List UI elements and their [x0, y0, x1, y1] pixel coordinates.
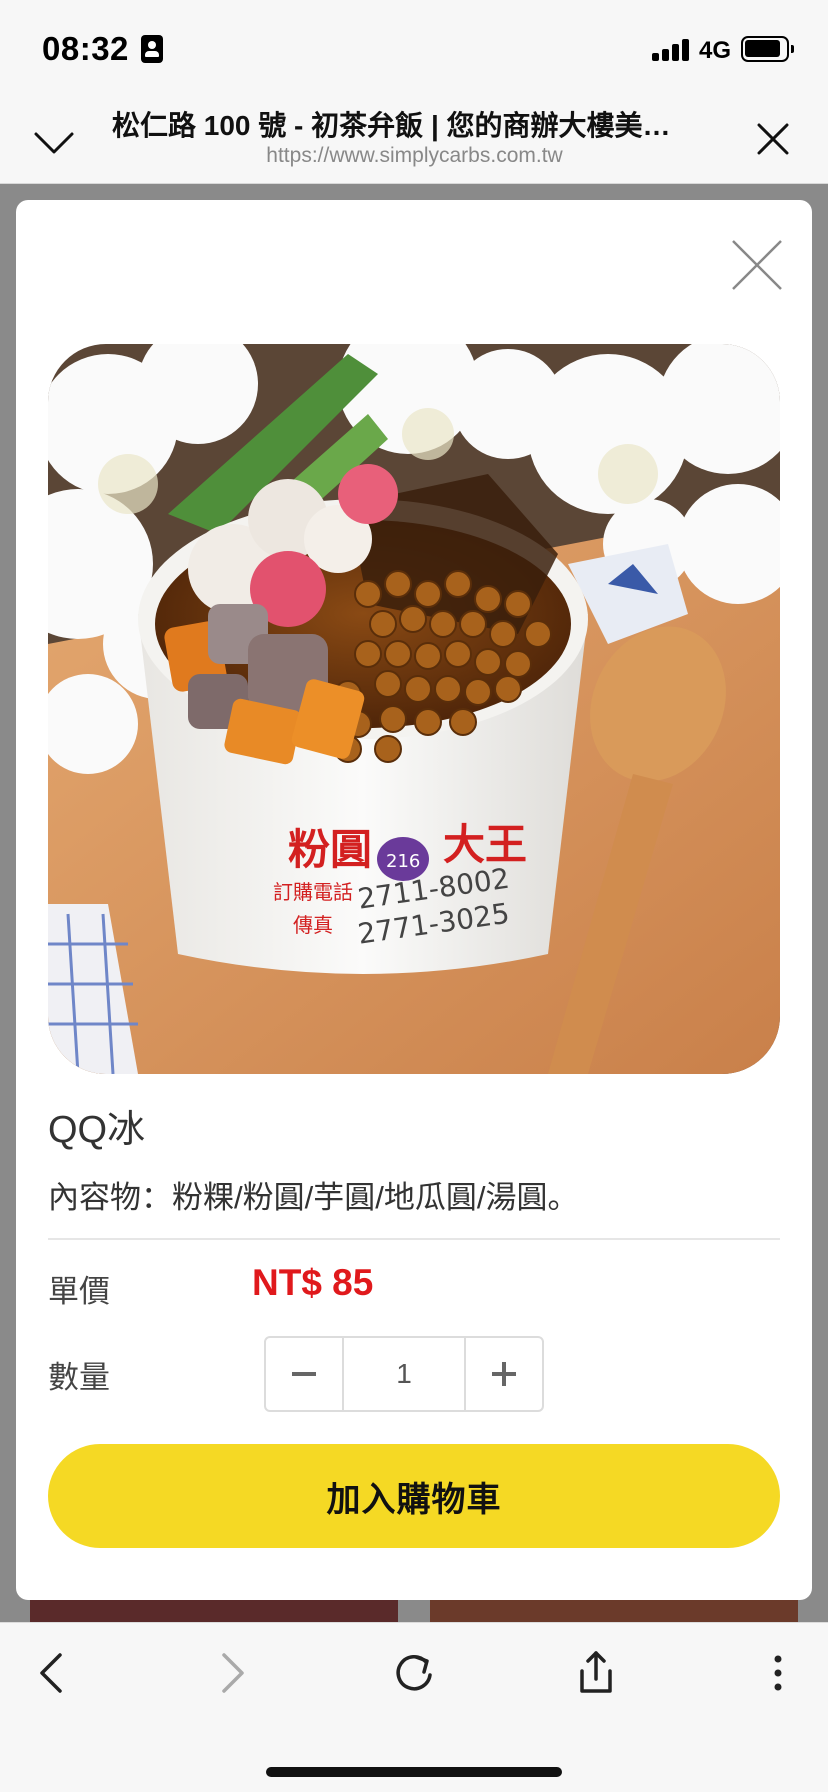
minus-icon — [292, 1372, 316, 1376]
quantity-stepper: 1 — [264, 1336, 544, 1412]
network-type: 4G — [699, 37, 732, 64]
page-title: 松仁路 100 號 - 初茶弁飯 | 您的商辦大樓美… — [112, 110, 671, 141]
cup-brand-right-text: 大王 — [443, 820, 527, 869]
quantity-input[interactable]: 1 — [342, 1338, 466, 1410]
contact-card-icon — [141, 35, 163, 63]
product-image: 粉圓 216 大王 訂購電話 2711-8002 傳真 2771-3025 — [48, 344, 780, 1074]
back-icon[interactable] — [24, 1645, 80, 1701]
browser-toolbar — [0, 1622, 828, 1792]
divider — [48, 1238, 780, 1240]
status-bar: 08:32 4G — [0, 0, 828, 96]
forward-icon[interactable] — [204, 1645, 260, 1701]
increment-button[interactable] — [466, 1338, 542, 1410]
more-icon[interactable] — [750, 1645, 806, 1701]
quantity-label: 數量 — [48, 1360, 110, 1395]
product-name: QQ冰 — [48, 1109, 146, 1151]
home-indicator — [266, 1767, 562, 1777]
cup-fax-label: 傳真 — [293, 913, 333, 937]
reload-icon[interactable] — [386, 1645, 442, 1701]
unit-price-label: 單價 — [48, 1274, 110, 1309]
cup-brand-text: 粉圓 — [288, 825, 372, 874]
product-modal: 粉圓 216 大王 訂購電話 2711-8002 傳真 2771-3025 QQ… — [16, 200, 812, 1600]
modal-close-icon[interactable] — [730, 238, 784, 292]
browser-header: 松仁路 100 號 - 初茶弁飯 | 您的商辦大樓美… https://www.… — [0, 96, 828, 184]
cup-badge-text: 216 — [386, 851, 420, 872]
unit-price-value: NT$ 85 — [252, 1262, 374, 1303]
battery-icon — [741, 36, 794, 62]
page-url: https://www.simplycarbs.com.tw — [266, 144, 563, 167]
close-icon[interactable] — [756, 122, 790, 156]
add-to-cart-button[interactable]: 加入購物車 — [48, 1444, 780, 1548]
chevron-down-icon[interactable] — [32, 120, 76, 164]
status-time: 08:32 — [42, 30, 129, 67]
cup-phone-label: 訂購電話 — [273, 880, 353, 904]
share-icon[interactable] — [568, 1645, 624, 1701]
plus-icon — [492, 1362, 516, 1386]
decrement-button[interactable] — [266, 1338, 342, 1410]
cellular-signal-icon — [652, 37, 692, 61]
product-description: 內容物：粉粿/粉圓/芋圓/地瓜圓/湯圓。 — [48, 1180, 579, 1215]
